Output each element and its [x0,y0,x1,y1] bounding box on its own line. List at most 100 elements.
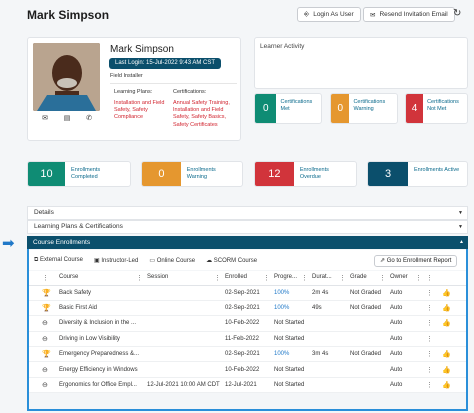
grade: Not Graded [348,285,388,301]
stat-enrollments-active[interactable]: 3 Enrollments Active [367,161,468,187]
add-online-course-button[interactable]: ▭ Online Course [149,257,195,264]
thumbs-up-icon[interactable]: 👍 [442,382,451,389]
row-menu-icon[interactable]: ⋮ [426,305,433,312]
column-menu-icon[interactable]: ⋮ [301,274,308,282]
stat-certifications-warning[interactable]: 0 Certifications Warning [330,93,398,124]
column-menu-icon[interactable]: ⋮ [415,274,422,282]
learner-activity-title: Learner Activity [260,43,305,50]
progress: Not Started [272,315,310,332]
stat-enrollments-warning[interactable]: 0 Enrollments Warning [141,161,243,187]
row-select[interactable] [29,361,40,378]
stat-value: 4 [406,94,424,123]
row-menu-icon[interactable]: ⋮ [426,290,433,297]
progress: Not Started [272,331,310,348]
duration: 3m 4s [310,346,348,363]
stat-enrollments-completed[interactable]: 10 Enrollments Completed [27,161,131,187]
column-header[interactable]: Durat... ⋮ [310,271,348,286]
add-instructor-led-button[interactable]: ▣ Instructor-Led [94,257,138,264]
row-menu-icon[interactable]: ⋮ [426,320,433,327]
presenter-icon: ▣ [94,257,100,264]
row-select[interactable] [29,346,40,363]
enrolled-date: 12-Jul-2021 [223,377,272,394]
table-row[interactable]: 🏆 Emergency Preparedness &... 02-Sep-2021 1… [29,346,466,363]
row-select[interactable] [29,331,40,348]
column-menu-icon[interactable]: ⋮ [339,274,346,282]
mail-icon[interactable]: ✉ [36,114,54,128]
login-as-user-button[interactable]: ⎆ Login As User [297,7,361,22]
course-name[interactable]: Emergency Preparedness &... [57,346,145,363]
table-row[interactable]: ⊖ Driving in Low Visibility 11-Feb-2022 Not… [29,331,466,348]
table-row[interactable]: 🏆 Back Safety 02-Sep-2021 100% 2m 4s Not Grad… [29,285,466,301]
column-menu-icon[interactable]: ⋮ [379,274,386,282]
course-name[interactable]: Driving in Low Visibility [57,331,145,348]
grade: Not Graded [348,346,388,363]
accordion-learning-plans[interactable]: Learning Plans & Certifications ▼ [27,220,468,234]
add-external-course-button[interactable]: ⧉ External Course [34,257,83,264]
table-row[interactable]: ⊖ Diversity & Inclusion in the ... 10-Feb-… [29,315,466,332]
thumbs-up-icon[interactable]: 👍 [442,290,451,297]
row-menu-icon[interactable]: ⋮ [426,382,433,389]
arrow-right-icon: ➡ [2,235,15,252]
column-menu-icon[interactable]: ⋮ [263,274,270,282]
row-menu-icon[interactable]: ⋮ [426,336,433,343]
stat-label: Enrollments Overdue [299,167,329,180]
stat-label: Certifications Not Met [427,99,459,112]
course-name[interactable]: Diversity & Inclusion in the ... [57,315,145,332]
column-header[interactable]: Session ⋮ [145,271,223,286]
trophy-icon: 🏆 [42,289,51,297]
stat-certifications-met[interactable]: 0 Certifications Met [254,93,322,124]
course-name[interactable]: Back Safety [57,285,145,301]
column-header[interactable]: Course ⋮ [57,271,145,286]
column-header[interactable]: Progre... ⋮ [272,271,310,286]
phone-icon[interactable]: ✆ [80,114,98,128]
thumbs-up-icon[interactable]: 👍 [442,351,451,358]
column-header[interactable]: Owner ⋮ [388,271,424,286]
thumbs-up-icon[interactable]: 👍 [442,305,451,312]
thumbs-up-icon[interactable]: 👍 [442,367,451,374]
thumbs-up-icon[interactable]: 👍 [442,320,451,327]
minus-circle-icon: ⊖ [42,382,48,390]
row-menu-icon[interactable]: ⋮ [426,367,433,374]
accordion-details[interactable]: Details ▼ [27,206,468,220]
table-row[interactable]: ⊖ Energy Efficiency in Windows 10-Feb-2022… [29,361,466,378]
go-to-enrollment-report-button[interactable]: ⇗ Go to Enrollment Report [374,255,458,267]
progress: Not Started [272,377,310,394]
enrolled-date: 02-Sep-2021 [223,285,272,301]
user-key-icon: ⎆ [304,10,310,18]
owner: Auto [388,331,424,348]
learner-activity-panel: Learner Activity [254,37,468,89]
column-header[interactable]: Grade ⋮ [348,271,388,286]
column-menu-icon[interactable]: ⋮ [42,275,49,282]
duration [310,377,348,394]
duration: 49s [310,300,348,317]
accordion-course-enrollments[interactable]: Course Enrollments ▲ [27,236,468,249]
course-name[interactable]: Basic First Aid [57,300,145,317]
row-menu-icon[interactable]: ⋮ [426,351,433,358]
stat-certifications-not-met[interactable]: 4 Certifications Not Met [405,93,468,124]
id-card-icon[interactable]: ▤ [58,114,76,128]
owner: Auto [388,361,424,378]
table-row[interactable]: ⊖ Ergonomics for Office Empl... 12-Jul-202… [29,377,466,394]
user-photo [33,43,100,111]
row-select[interactable] [29,285,40,301]
column-header[interactable]: Enrolled ⋮ [223,271,272,286]
column-menu-icon[interactable]: ⋮ [426,275,433,282]
minus-circle-icon: ⊖ [42,335,48,343]
row-select[interactable] [29,315,40,332]
table-row[interactable]: 🏆 Basic First Aid 02-Sep-2021 100% 49s Not Gr… [29,300,466,317]
refresh-icon[interactable]: ↻ [453,8,461,19]
session [145,300,223,317]
caret-down-icon: ▼ [458,224,463,230]
row-select[interactable] [29,377,40,394]
stat-enrollments-overdue[interactable]: 12 Enrollments Overdue [254,161,357,187]
resend-invitation-button[interactable]: ✉ Resend Invitation Email [363,7,455,22]
column-menu-icon[interactable]: ⋮ [136,274,143,282]
add-scorm-course-button[interactable]: ☁ SCORM Course [206,257,257,264]
course-name[interactable]: Energy Efficiency in Windows [57,361,145,378]
column-menu-icon[interactable]: ⋮ [214,274,221,282]
course-name[interactable]: Ergonomics for Office Empl... [57,377,145,394]
row-select[interactable] [29,300,40,317]
stat-value: 0 [331,94,350,123]
duration [310,361,348,378]
stat-label: Certifications Warning [353,99,386,112]
